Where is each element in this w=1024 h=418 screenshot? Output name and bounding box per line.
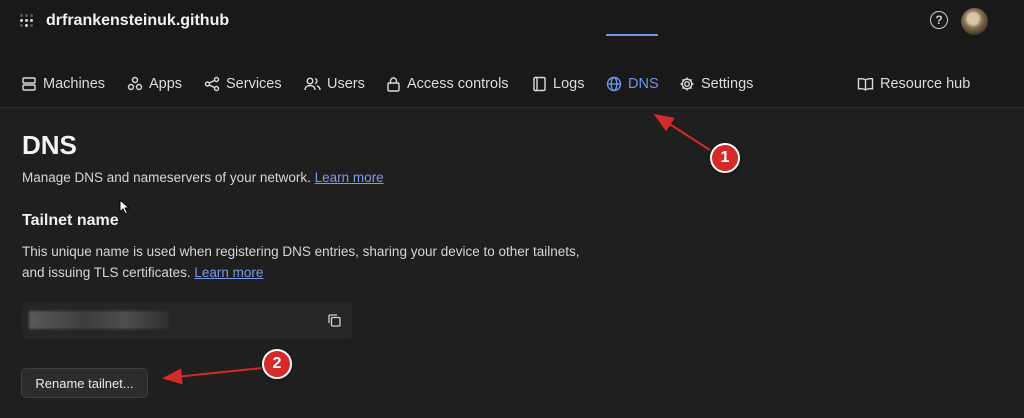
tab-logs[interactable]: Logs (532, 72, 584, 96)
tailnet-description: This unique name is used when registerin… (22, 241, 582, 283)
org-name: drfrankensteinuk.github (46, 12, 230, 29)
tab-label: Apps (149, 76, 183, 92)
tab-label: Logs (553, 76, 585, 92)
org-switcher[interactable]: drfrankensteinuk.github (20, 12, 229, 30)
redacted-tailnet-name (29, 311, 169, 329)
resource-hub-link[interactable]: Resource hub (857, 72, 970, 96)
page-description-text: Manage DNS and nameservers of your netwo… (22, 170, 311, 185)
tailnet-name-field (22, 302, 352, 339)
tab-users[interactable]: Users (304, 72, 365, 96)
tailnet-description-text: This unique name is used when registerin… (22, 244, 580, 280)
tab-label: DNS (628, 76, 659, 92)
book-icon (857, 77, 874, 91)
page-description: Manage DNS and nameservers of your netwo… (22, 170, 384, 185)
user-avatar[interactable] (961, 8, 988, 35)
page-title: DNS (22, 130, 77, 160)
tailscale-logo-icon (20, 14, 34, 28)
lock-icon (387, 77, 400, 92)
rename-tailnet-button[interactable]: Rename tailnet... (21, 368, 148, 398)
help-circle-icon[interactable]: ? (930, 11, 948, 29)
main-nav: Machines Apps Services Users Access cont… (0, 72, 1024, 96)
tab-apps[interactable]: Apps (127, 72, 182, 96)
tab-machines[interactable]: Machines (21, 72, 105, 96)
gear-icon (680, 77, 694, 91)
mouse-cursor-icon (119, 199, 131, 215)
tab-access-controls[interactable]: Access controls (386, 72, 509, 96)
copy-icon[interactable] (327, 313, 342, 328)
tab-label: Users (327, 76, 365, 92)
top-bar: drfrankensteinuk.github ? Machines Apps … (0, 0, 1024, 108)
logs-icon (533, 76, 546, 92)
services-icon (204, 76, 220, 92)
annotation-badge-2: 2 (262, 349, 292, 379)
users-icon (304, 77, 321, 91)
annotation-badge-1: 1 (710, 143, 740, 173)
tab-label: Settings (701, 76, 754, 92)
active-tab-indicator (606, 34, 658, 36)
tab-label: Services (226, 76, 282, 92)
globe-icon (606, 76, 622, 92)
tab-settings[interactable]: Settings (679, 72, 753, 96)
learn-more-link[interactable]: Learn more (315, 170, 384, 185)
tab-label: Resource hub (880, 76, 971, 92)
tab-services[interactable]: Services (204, 72, 282, 96)
machines-icon (22, 77, 36, 91)
arrow-2 (162, 367, 263, 385)
arrow-1 (653, 113, 711, 151)
tab-label: Machines (43, 76, 106, 92)
tab-dns[interactable]: DNS (606, 72, 659, 96)
tab-label: Access controls (407, 76, 509, 92)
tailnet-learn-more-link[interactable]: Learn more (194, 265, 263, 280)
tailnet-name-heading: Tailnet name (22, 212, 119, 229)
apps-icon (127, 76, 143, 91)
